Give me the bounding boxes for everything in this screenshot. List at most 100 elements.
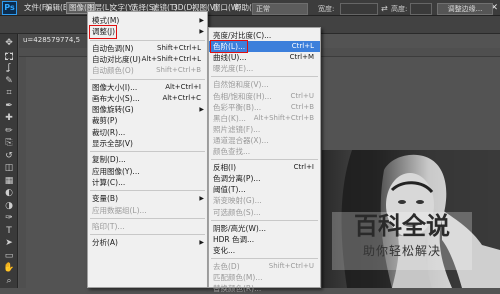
submenu-arrow-icon: ▶ bbox=[199, 106, 204, 114]
image-menu-item-3[interactable]: 自动色调(N) Shift+Ctrl+L bbox=[88, 43, 207, 54]
menu-separator bbox=[211, 219, 318, 221]
menu-item-label: 画布大小(S)... bbox=[92, 93, 140, 103]
adjust-menu-item-21[interactable]: 变化... bbox=[209, 245, 320, 256]
submenu-arrow-icon: ▶ bbox=[199, 28, 204, 36]
type-icon[interactable]: T bbox=[3, 226, 15, 237]
image-menu-item-14[interactable]: 复制(D)... bbox=[88, 154, 207, 165]
menu-item-label: 颜色查找... bbox=[213, 147, 251, 156]
menu-item-label: 匹配颜色(M)... bbox=[213, 273, 263, 282]
swap-icon[interactable]: ⇄ bbox=[381, 3, 388, 15]
menu-item-label: 反相(I) bbox=[213, 163, 237, 173]
image-menu-item-23[interactable]: 分析(A) ▶ bbox=[88, 237, 207, 248]
submenu-arrow-icon: ▶ bbox=[199, 195, 204, 203]
menu-item-label: 显示全部(V) bbox=[92, 139, 133, 148]
gradient-icon[interactable]: ▦ bbox=[3, 176, 15, 187]
menu-item-shortcut: Ctrl+M bbox=[289, 53, 314, 62]
menu-separator bbox=[90, 39, 205, 41]
image-menu-item-8[interactable]: 画布大小(S)... Alt+Ctrl+C bbox=[88, 93, 207, 104]
shape-icon[interactable]: ▭ bbox=[3, 251, 15, 262]
menu-item-shortcut: Alt+Ctrl+I bbox=[165, 82, 201, 91]
menu-item-label: 渐变映射(G)... bbox=[213, 196, 262, 206]
menu-item-label: 变量(B) bbox=[92, 194, 118, 204]
menu-item-shortcut: Shift+Ctrl+U bbox=[268, 261, 314, 270]
menu-item-shortcut: Alt+Ctrl+C bbox=[162, 93, 201, 102]
pen-icon[interactable]: ✑ bbox=[3, 213, 15, 224]
menu-item-shortcut: Ctrl+L bbox=[291, 42, 314, 51]
menu-item-shortcut: Ctrl+U bbox=[290, 91, 314, 100]
menu-item-shortcut: Ctrl+B bbox=[290, 102, 314, 111]
lasso-icon[interactable]: ʆ bbox=[3, 63, 15, 74]
menu-item-label: 裁剪(P) bbox=[92, 116, 118, 126]
menu-item-label: 色调分离(P)... bbox=[213, 174, 261, 184]
zoom-icon[interactable]: ⌕ bbox=[3, 276, 15, 287]
image-menu-item-16[interactable]: 计算(C)... bbox=[88, 177, 207, 188]
menu-item-label: 应用数据组(L)... bbox=[92, 205, 147, 215]
adjust-menu-item-17: 可选颜色(S)... bbox=[209, 207, 320, 218]
image-menu-item-15[interactable]: 应用图像(Y)... bbox=[88, 166, 207, 177]
menu-item-shortcut: Alt+Shift+Ctrl+L bbox=[141, 54, 201, 63]
menu-item-label: HDR 色调... bbox=[213, 234, 255, 244]
menu-item-label: 黑白(K)... bbox=[213, 113, 246, 123]
photoshop-logo: Ps bbox=[2, 1, 17, 15]
adjust-menu-item-20[interactable]: HDR 色调... bbox=[209, 234, 320, 245]
path-select-icon[interactable]: ➤ bbox=[3, 238, 15, 249]
image-menu-item-12[interactable]: 显示全部(V) bbox=[88, 138, 207, 149]
brush-icon[interactable]: ✏ bbox=[3, 126, 15, 137]
history-brush-icon[interactable]: ↺ bbox=[3, 151, 15, 162]
menu-item-label: 变化... bbox=[213, 245, 236, 255]
width-input[interactable] bbox=[340, 3, 378, 15]
quick-select-icon[interactable]: ✎ bbox=[3, 76, 15, 87]
dodge-icon[interactable]: ◑ bbox=[3, 201, 15, 212]
height-label: 高度: bbox=[391, 5, 408, 13]
adjust-menu-item-16: 渐变映射(G)... bbox=[209, 195, 320, 206]
menu-item-label: 分析(A) bbox=[92, 238, 118, 248]
adjust-menu-item-9: 照片滤镜(F)... bbox=[209, 124, 320, 135]
menu-item-label: 图像旋转(G) bbox=[92, 105, 134, 115]
menu-item-label: 阴影/高光(W)... bbox=[213, 223, 266, 233]
image-menu-item-21: 陷印(T)... bbox=[88, 221, 207, 232]
image-menu-item-9[interactable]: 图像旋转(G) ▶ bbox=[88, 104, 207, 115]
menu-item-label: 自动颜色(O) bbox=[92, 66, 134, 76]
crop-icon[interactable]: ⌗ bbox=[3, 88, 15, 99]
image-menu-item-1[interactable]: 调整(J) ▶ bbox=[88, 25, 207, 39]
image-menu-item-18[interactable]: 变量(B) ▶ bbox=[88, 193, 207, 204]
eyedropper-icon[interactable]: ✒ bbox=[3, 101, 15, 112]
healing-icon[interactable]: ✚ bbox=[3, 113, 15, 124]
image-menu-item-11[interactable]: 裁切(R)... bbox=[88, 127, 207, 138]
menu-item-label: 自动色调(N) bbox=[92, 43, 134, 53]
menu-item-label: 复制(D)... bbox=[92, 155, 126, 165]
adjust-menu-item-14[interactable]: 色调分离(P)... bbox=[209, 173, 320, 184]
style-select[interactable]: 正常 bbox=[252, 3, 308, 15]
hand-icon[interactable]: ✋ bbox=[3, 263, 15, 274]
adjust-menu-item-19[interactable]: 阴影/高光(W)... bbox=[209, 223, 320, 234]
adjust-menu-item-13[interactable]: 反相(I) Ctrl+I bbox=[209, 162, 320, 173]
adjust-menu-item-7: 色彩平衡(B)... Ctrl+B bbox=[209, 102, 320, 113]
adjust-menu-item-24: 匹配颜色(M)... bbox=[209, 272, 320, 283]
watermark-title: 百科全说 bbox=[354, 212, 450, 240]
adjust-menu-item-2[interactable]: 曲线(U)... Ctrl+M bbox=[209, 52, 320, 63]
clone-stamp-icon[interactable]: ⎘ bbox=[3, 138, 15, 149]
menu-item-label: 照片滤镜(F)... bbox=[213, 124, 261, 134]
menu-item-label: 陷印(T)... bbox=[92, 221, 125, 231]
blur-icon[interactable]: ◐ bbox=[3, 188, 15, 199]
adjust-menu-item-15[interactable]: 阈值(T)... bbox=[209, 184, 320, 195]
adjust-menu-item-5: 自然饱和度(V)... bbox=[209, 79, 320, 90]
annotation-highlight-box bbox=[89, 25, 117, 39]
refine-edge-button[interactable]: 调整边缘... bbox=[437, 3, 493, 15]
eraser-icon[interactable]: ◫ bbox=[3, 163, 15, 174]
marquee-icon[interactable]: ⬚ bbox=[3, 51, 15, 62]
menu-separator bbox=[90, 78, 205, 80]
adjust-menu-item-1[interactable]: 色阶(L)... Ctrl+L bbox=[209, 40, 320, 54]
adjust-menu-item-10: 通道混合器(X)... bbox=[209, 135, 320, 146]
vertical-ruler bbox=[19, 57, 26, 288]
height-input[interactable] bbox=[410, 3, 432, 15]
image-menu-item-19: 应用数据组(L)... bbox=[88, 205, 207, 216]
menu-separator bbox=[211, 257, 318, 259]
image-menu-item-10[interactable]: 裁剪(P) bbox=[88, 115, 207, 126]
menu-item-label: 通道混合器(X)... bbox=[213, 135, 269, 145]
menu-item-shortcut: Shift+Ctrl+B bbox=[156, 66, 201, 75]
image-menu-item-7[interactable]: 图像大小(I)... Alt+Ctrl+I bbox=[88, 82, 207, 93]
menu-item-label: 色彩平衡(B)... bbox=[213, 102, 262, 112]
move-icon[interactable]: ✥ bbox=[3, 38, 15, 49]
image-menu-item-4[interactable]: 自动对比度(U) Alt+Shift+Ctrl+L bbox=[88, 54, 207, 65]
